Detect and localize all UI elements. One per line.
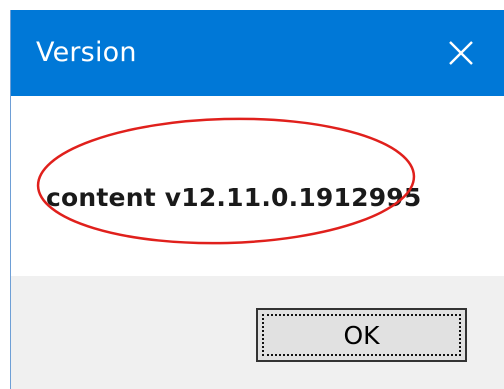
close-icon — [449, 41, 473, 65]
ok-button-label: OK — [262, 314, 461, 356]
message-area: content v12.11.0.1912995 — [11, 96, 504, 276]
ok-button[interactable]: OK — [256, 308, 467, 362]
button-bar: OK — [11, 276, 504, 389]
version-dialog: Version content v12.11.0.1912995 OK — [10, 10, 504, 389]
screenshot-frame: Version content v12.11.0.1912995 OK — [0, 0, 504, 389]
dialog-title: Version — [36, 37, 137, 68]
close-button[interactable] — [417, 10, 504, 96]
title-bar[interactable]: Version — [11, 10, 504, 96]
version-label: content v12.11.0.1912995 — [46, 183, 422, 212]
